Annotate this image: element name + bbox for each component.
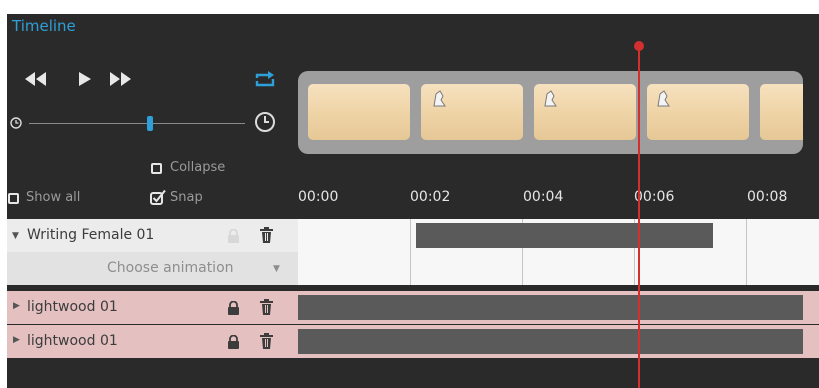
track-lane[interactable] (298, 219, 819, 252)
snap-checkbox[interactable] (150, 189, 167, 209)
collapse-checkbox[interactable] (151, 163, 162, 174)
ruler-tick-label: 00:06 (634, 189, 675, 205)
ruler-tick-label: 00:00 (298, 189, 339, 205)
playhead-handle[interactable] (634, 41, 644, 51)
play-icon[interactable] (79, 72, 91, 89)
track-header: ▶ lightwood 01 (7, 291, 298, 324)
fast-backward-icon[interactable] (25, 72, 47, 89)
grid-line (746, 219, 747, 252)
collapse-label: Collapse (170, 160, 226, 175)
animation-selector[interactable]: Choose animation ▼ (7, 252, 298, 285)
ruler-tick-label: 00:08 (747, 189, 788, 205)
thumbnail-frame (421, 84, 523, 140)
track-header: ▼ Writing Female 01 (7, 219, 298, 252)
track-row[interactable]: ▶ lightwood 01 (7, 291, 819, 324)
lock-icon[interactable] (227, 300, 240, 319)
ruler-tick-label: 00:02 (410, 189, 451, 205)
thumbnail-frame (647, 84, 749, 140)
snap-label: Snap (170, 190, 203, 205)
track-lane[interactable] (298, 252, 819, 285)
fast-forward-icon[interactable] (110, 72, 132, 89)
loop-icon[interactable] (255, 70, 275, 92)
timeline-panel: Timeline Collapse Show all Snap 00:00 00… (7, 14, 819, 388)
clock-large-icon (254, 111, 276, 137)
chevron-down-icon: ▼ (273, 264, 280, 274)
track-subrow: Choose animation ▼ (7, 252, 819, 285)
thumbnail-strip[interactable] (298, 71, 803, 154)
zoom-slider-track[interactable] (29, 123, 245, 124)
expand-triangle-icon[interactable]: ▶ (13, 301, 20, 311)
track-lane[interactable] (298, 325, 819, 358)
ruler-tick-label: 00:04 (523, 189, 564, 205)
track-name: Writing Female 01 (27, 227, 155, 243)
track-name: lightwood 01 (27, 333, 118, 349)
grid-line (410, 219, 411, 252)
trash-icon[interactable] (260, 227, 273, 247)
track-name: lightwood 01 (27, 299, 118, 315)
collapse-triangle-icon[interactable]: ▼ (12, 231, 19, 241)
choose-animation-dropdown[interactable]: Choose animation (107, 260, 234, 276)
track-clip[interactable] (298, 295, 803, 320)
panel-title: Timeline (12, 17, 76, 35)
grid-line (634, 252, 635, 285)
track-row[interactable]: ▼ Writing Female 01 (7, 219, 819, 252)
lock-icon[interactable] (227, 334, 240, 353)
trash-icon[interactable] (260, 299, 273, 319)
clock-small-icon (9, 115, 23, 134)
track-clip[interactable] (298, 329, 803, 354)
lock-icon[interactable] (227, 228, 240, 247)
zoom-slider-thumb[interactable] (146, 116, 153, 131)
grid-line (522, 252, 523, 285)
show-all-label: Show all (26, 190, 81, 205)
expand-triangle-icon[interactable]: ▶ (13, 335, 20, 345)
grid-line (746, 252, 747, 285)
thumbnail-frame (534, 84, 636, 140)
animation-clip[interactable] (416, 223, 713, 248)
track-lane[interactable] (298, 291, 819, 324)
playhead-line[interactable] (638, 43, 640, 388)
trash-icon[interactable] (260, 333, 273, 353)
track-row[interactable]: ▶ lightwood 01 (7, 325, 819, 358)
grid-line (410, 252, 411, 285)
show-all-checkbox[interactable] (8, 193, 19, 204)
track-header: ▶ lightwood 01 (7, 325, 298, 358)
thumbnail-frame (308, 84, 410, 140)
thumbnail-frame (760, 84, 803, 140)
